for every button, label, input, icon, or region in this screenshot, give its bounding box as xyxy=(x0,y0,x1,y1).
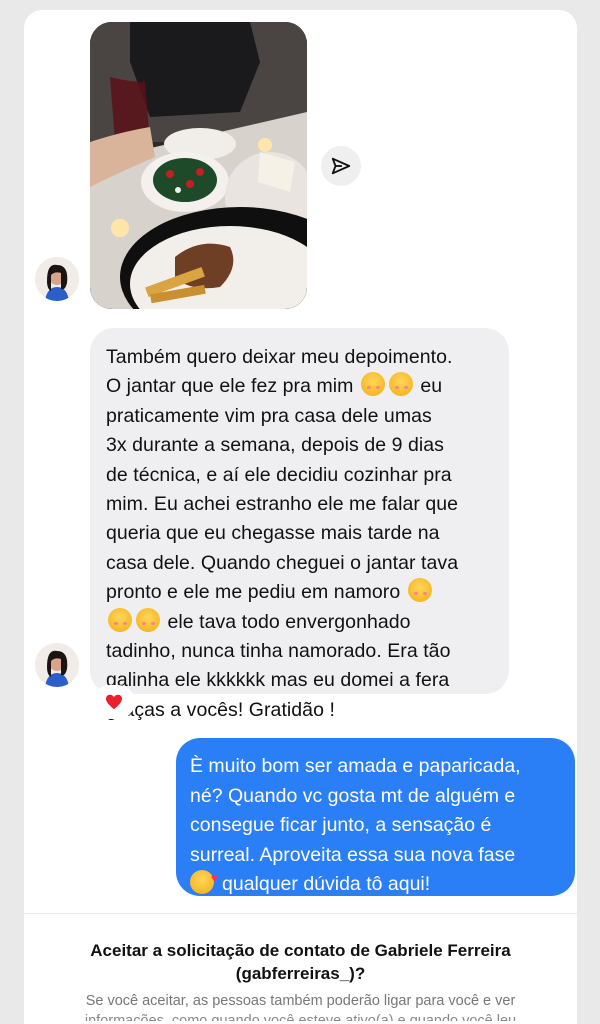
smiling-hearts-emoji-icon xyxy=(136,607,160,632)
message-line: qualquer dúvida tô aqui! xyxy=(190,864,565,900)
message-text: eu xyxy=(420,375,443,398)
message-line: consegue ficar junto, a sensação é xyxy=(190,814,492,837)
contact-request-panel: Aceitar a solicitação de contato de Gabr… xyxy=(24,913,577,1024)
message-line: È muito bom ser amada e paparicada, xyxy=(190,755,521,777)
message-line: pronto e ele me pediu em namoro xyxy=(106,578,495,607)
smiling-hearts-emoji-icon xyxy=(360,372,385,397)
message-line: Também quero deixar meu depoimento. xyxy=(106,346,453,368)
message-line: 3x durante a semana, depois de 9 dias xyxy=(106,434,444,457)
message-line: né? Quando vc gosta mt de alguém e xyxy=(190,784,516,807)
outgoing-message-bubble[interactable]: È muito bom ser amada e paparicada, né? … xyxy=(176,738,575,896)
incoming-message-bubble[interactable]: Também quero deixar meu depoimento. O ja… xyxy=(90,328,509,721)
heart-icon xyxy=(106,694,122,710)
face-blowing-kiss-emoji-icon xyxy=(190,864,218,895)
smiling-hearts-emoji-icon xyxy=(108,607,132,632)
paper-plane-icon xyxy=(331,157,351,175)
profile-avatar-image xyxy=(35,257,79,301)
shared-photo[interactable] xyxy=(90,22,307,309)
dinner-photo-illustration xyxy=(90,22,307,309)
message-line: praticamente vim pra casa dele umas xyxy=(106,404,432,427)
avatar[interactable] xyxy=(35,257,79,301)
message-line: mim. Eu achei estranho ele me falar que xyxy=(106,493,459,516)
message-text: O jantar que ele fez pra mim xyxy=(106,375,354,398)
avatar[interactable] xyxy=(35,643,79,687)
chat-thread: Também quero deixar meu depoimento. O ja… xyxy=(24,10,577,1024)
smiling-hearts-emoji-icon xyxy=(407,578,432,603)
message-line: queria que eu chegasse mais tarde na xyxy=(106,522,440,545)
message-line: ele tava todo envergonhado xyxy=(106,607,495,637)
message-line: surreal. Aproveita essa sua nova fase xyxy=(190,843,516,866)
message-line: de técnica, e aí ele decidiu cozinhar pr… xyxy=(106,463,452,486)
message-line: tadinho, nunca tinha namorado. Era tão xyxy=(106,640,451,663)
message-text: pronto e ele me pediu em namoro xyxy=(106,581,401,604)
message-reaction[interactable]: ❤️ xyxy=(95,687,133,717)
message-line: casa dele. Quando cheguei o jantar tava xyxy=(106,551,459,574)
request-subtitle-cut: informações, como quando você esteve ati… xyxy=(84,1013,517,1021)
message-line: galinha ele kkkkkk mas eu domei a fera xyxy=(106,669,450,692)
message-text: qualquer dúvida tô aqui! xyxy=(222,873,431,896)
profile-avatar-image xyxy=(35,643,79,687)
share-button[interactable] xyxy=(321,146,361,186)
message-line: O jantar que ele fez pra mim eu xyxy=(106,372,495,401)
message-line: graças a vocês! Gratidão ! xyxy=(106,698,335,721)
smiling-hearts-emoji-icon xyxy=(388,372,413,397)
request-subtitle: Se você aceitar, as pessoas também poder… xyxy=(85,993,516,1009)
message-text: ele tava todo envergonhado xyxy=(167,610,411,633)
request-title: Aceitar a solicitação de contato de Gabr… xyxy=(90,941,511,983)
